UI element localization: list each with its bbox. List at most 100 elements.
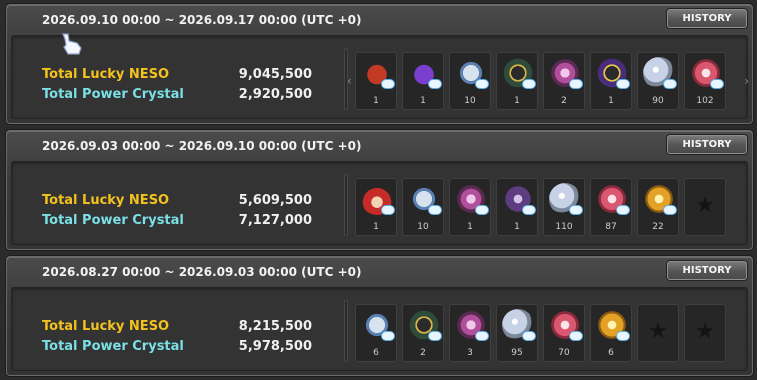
empty-slot-icon: ★ <box>648 319 668 344</box>
reward-summary: Total Lucky NESO 9,045,500 Total Power C… <box>11 35 749 119</box>
item-quantity: 102 <box>696 96 714 106</box>
cloud-icon <box>522 79 536 89</box>
item-quantity: 1 <box>514 96 520 106</box>
item-quantity: 1 <box>514 222 520 232</box>
item-quantity: 2 <box>561 96 567 106</box>
empty-item-slot: ★ <box>684 178 726 236</box>
period-label: 2026.08.27 00:00 ~ 2026.09.03 00:00 (UTC… <box>42 265 362 279</box>
cloud-icon <box>475 205 489 215</box>
item-slot[interactable]: 6 <box>590 304 632 362</box>
cloud-icon <box>475 79 489 89</box>
cloud-icon <box>428 205 442 215</box>
item-quantity: 95 <box>511 348 523 358</box>
item-slot[interactable]: 6 <box>355 304 397 362</box>
scroll-left-icon[interactable]: ‹ <box>347 74 352 88</box>
hand-cursor-icon <box>62 33 82 55</box>
item-quantity: 6 <box>373 348 379 358</box>
reward-panel: 2026.09.10 00:00 ~ 2026.09.17 00:00 (UTC… <box>6 4 753 124</box>
item-slot[interactable]: 1 <box>496 52 538 110</box>
cloud-icon <box>381 79 395 89</box>
item-quantity: 1 <box>420 96 426 106</box>
empty-slot-icon: ★ <box>695 193 715 218</box>
cloud-icon <box>569 331 583 341</box>
item-slot[interactable]: 1 <box>355 52 397 110</box>
empty-item-slot: ★ <box>637 304 679 362</box>
item-slot[interactable]: 2 <box>543 52 585 110</box>
cloud-icon <box>663 205 677 215</box>
item-quantity: 3 <box>467 348 473 358</box>
item-slot[interactable]: 10 <box>402 178 444 236</box>
item-quantity: 22 <box>652 222 664 232</box>
item-slot[interactable]: 70 <box>543 304 585 362</box>
history-button[interactable]: HISTORY <box>667 9 747 28</box>
item-quantity: 70 <box>558 348 570 358</box>
item-quantity: 90 <box>652 96 664 106</box>
history-button[interactable]: HISTORY <box>667 261 747 280</box>
cloud-icon <box>616 205 630 215</box>
cloud-icon <box>428 331 442 341</box>
scroll-right-icon[interactable]: › <box>744 74 749 88</box>
item-list: 1 10 1 1 110 87 22 ★ <box>355 178 726 236</box>
item-slot[interactable]: 95 <box>496 304 538 362</box>
item-list: 6 2 3 95 70 6 ★ ★ <box>355 304 726 362</box>
item-quantity: 110 <box>555 222 573 232</box>
reward-summary: Total Lucky NESO 8,215,500 Total Power C… <box>11 287 748 371</box>
lucky-neso-label: Total Lucky NESO <box>42 192 170 208</box>
item-quantity: 1 <box>373 222 379 232</box>
power-crystal-value: 2,920,500 <box>238 86 312 102</box>
cloud-icon <box>381 205 395 215</box>
divider <box>344 174 348 236</box>
cloud-icon <box>616 79 630 89</box>
item-slot[interactable]: 110 <box>543 178 585 236</box>
period-label: 2026.09.10 00:00 ~ 2026.09.17 00:00 (UTC… <box>42 13 362 27</box>
item-slot[interactable]: 10 <box>449 52 491 110</box>
period-label: 2026.09.03 00:00 ~ 2026.09.10 00:00 (UTC… <box>42 139 362 153</box>
cloud-icon <box>475 331 489 341</box>
item-slot[interactable]: 1 <box>590 52 632 110</box>
totals: Total Lucky NESO 8,215,500 Total Power C… <box>42 316 312 356</box>
lucky-neso-value: 5,609,500 <box>238 192 312 208</box>
item-slot[interactable]: 1 <box>449 178 491 236</box>
lucky-neso-label: Total Lucky NESO <box>42 318 170 334</box>
item-quantity: 87 <box>605 222 617 232</box>
item-slot[interactable]: 3 <box>449 304 491 362</box>
empty-slot-icon: ★ <box>695 319 715 344</box>
cloud-icon <box>381 331 395 341</box>
item-quantity: 10 <box>464 96 476 106</box>
lucky-neso-label: Total Lucky NESO <box>42 66 170 82</box>
item-slot[interactable]: 1 <box>355 178 397 236</box>
power-crystal-label: Total Power Crystal <box>42 212 184 228</box>
cloud-icon <box>569 79 583 89</box>
item-slot[interactable]: 22 <box>637 178 679 236</box>
item-slot[interactable]: 102 <box>684 52 726 110</box>
item-slot[interactable]: 90 <box>637 52 679 110</box>
totals: Total Lucky NESO 9,045,500 Total Power C… <box>42 64 312 104</box>
item-slot[interactable]: 1 <box>496 178 538 236</box>
item-slot[interactable]: 87 <box>590 178 632 236</box>
cloud-icon <box>616 331 630 341</box>
item-quantity: 2 <box>420 348 426 358</box>
power-crystal-label: Total Power Crystal <box>42 338 184 354</box>
history-button[interactable]: HISTORY <box>667 135 747 154</box>
reward-panel: 2026.09.03 00:00 ~ 2026.09.10 00:00 (UTC… <box>6 130 753 250</box>
item-quantity: 10 <box>417 222 429 232</box>
cloud-icon <box>710 79 724 89</box>
power-crystal-value: 7,127,000 <box>238 212 312 228</box>
cloud-icon <box>428 79 442 89</box>
lucky-neso-value: 9,045,500 <box>238 66 312 82</box>
item-slot[interactable]: 2 <box>402 304 444 362</box>
power-crystal-label: Total Power Crystal <box>42 86 184 102</box>
item-quantity: 1 <box>467 222 473 232</box>
empty-item-slot: ★ <box>684 304 726 362</box>
reward-summary: Total Lucky NESO 5,609,500 Total Power C… <box>11 161 748 245</box>
cloud-icon <box>522 331 536 341</box>
item-quantity: 1 <box>373 96 379 106</box>
item-quantity: 1 <box>608 96 614 106</box>
item-list: 1 1 10 1 2 1 90 102 <box>355 52 726 110</box>
divider <box>344 300 348 362</box>
lucky-neso-value: 8,215,500 <box>238 318 312 334</box>
item-quantity: 6 <box>608 348 614 358</box>
reward-panel: 2026.08.27 00:00 ~ 2026.09.03 00:00 (UTC… <box>6 256 753 376</box>
power-crystal-value: 5,978,500 <box>238 338 312 354</box>
item-slot[interactable]: 1 <box>402 52 444 110</box>
